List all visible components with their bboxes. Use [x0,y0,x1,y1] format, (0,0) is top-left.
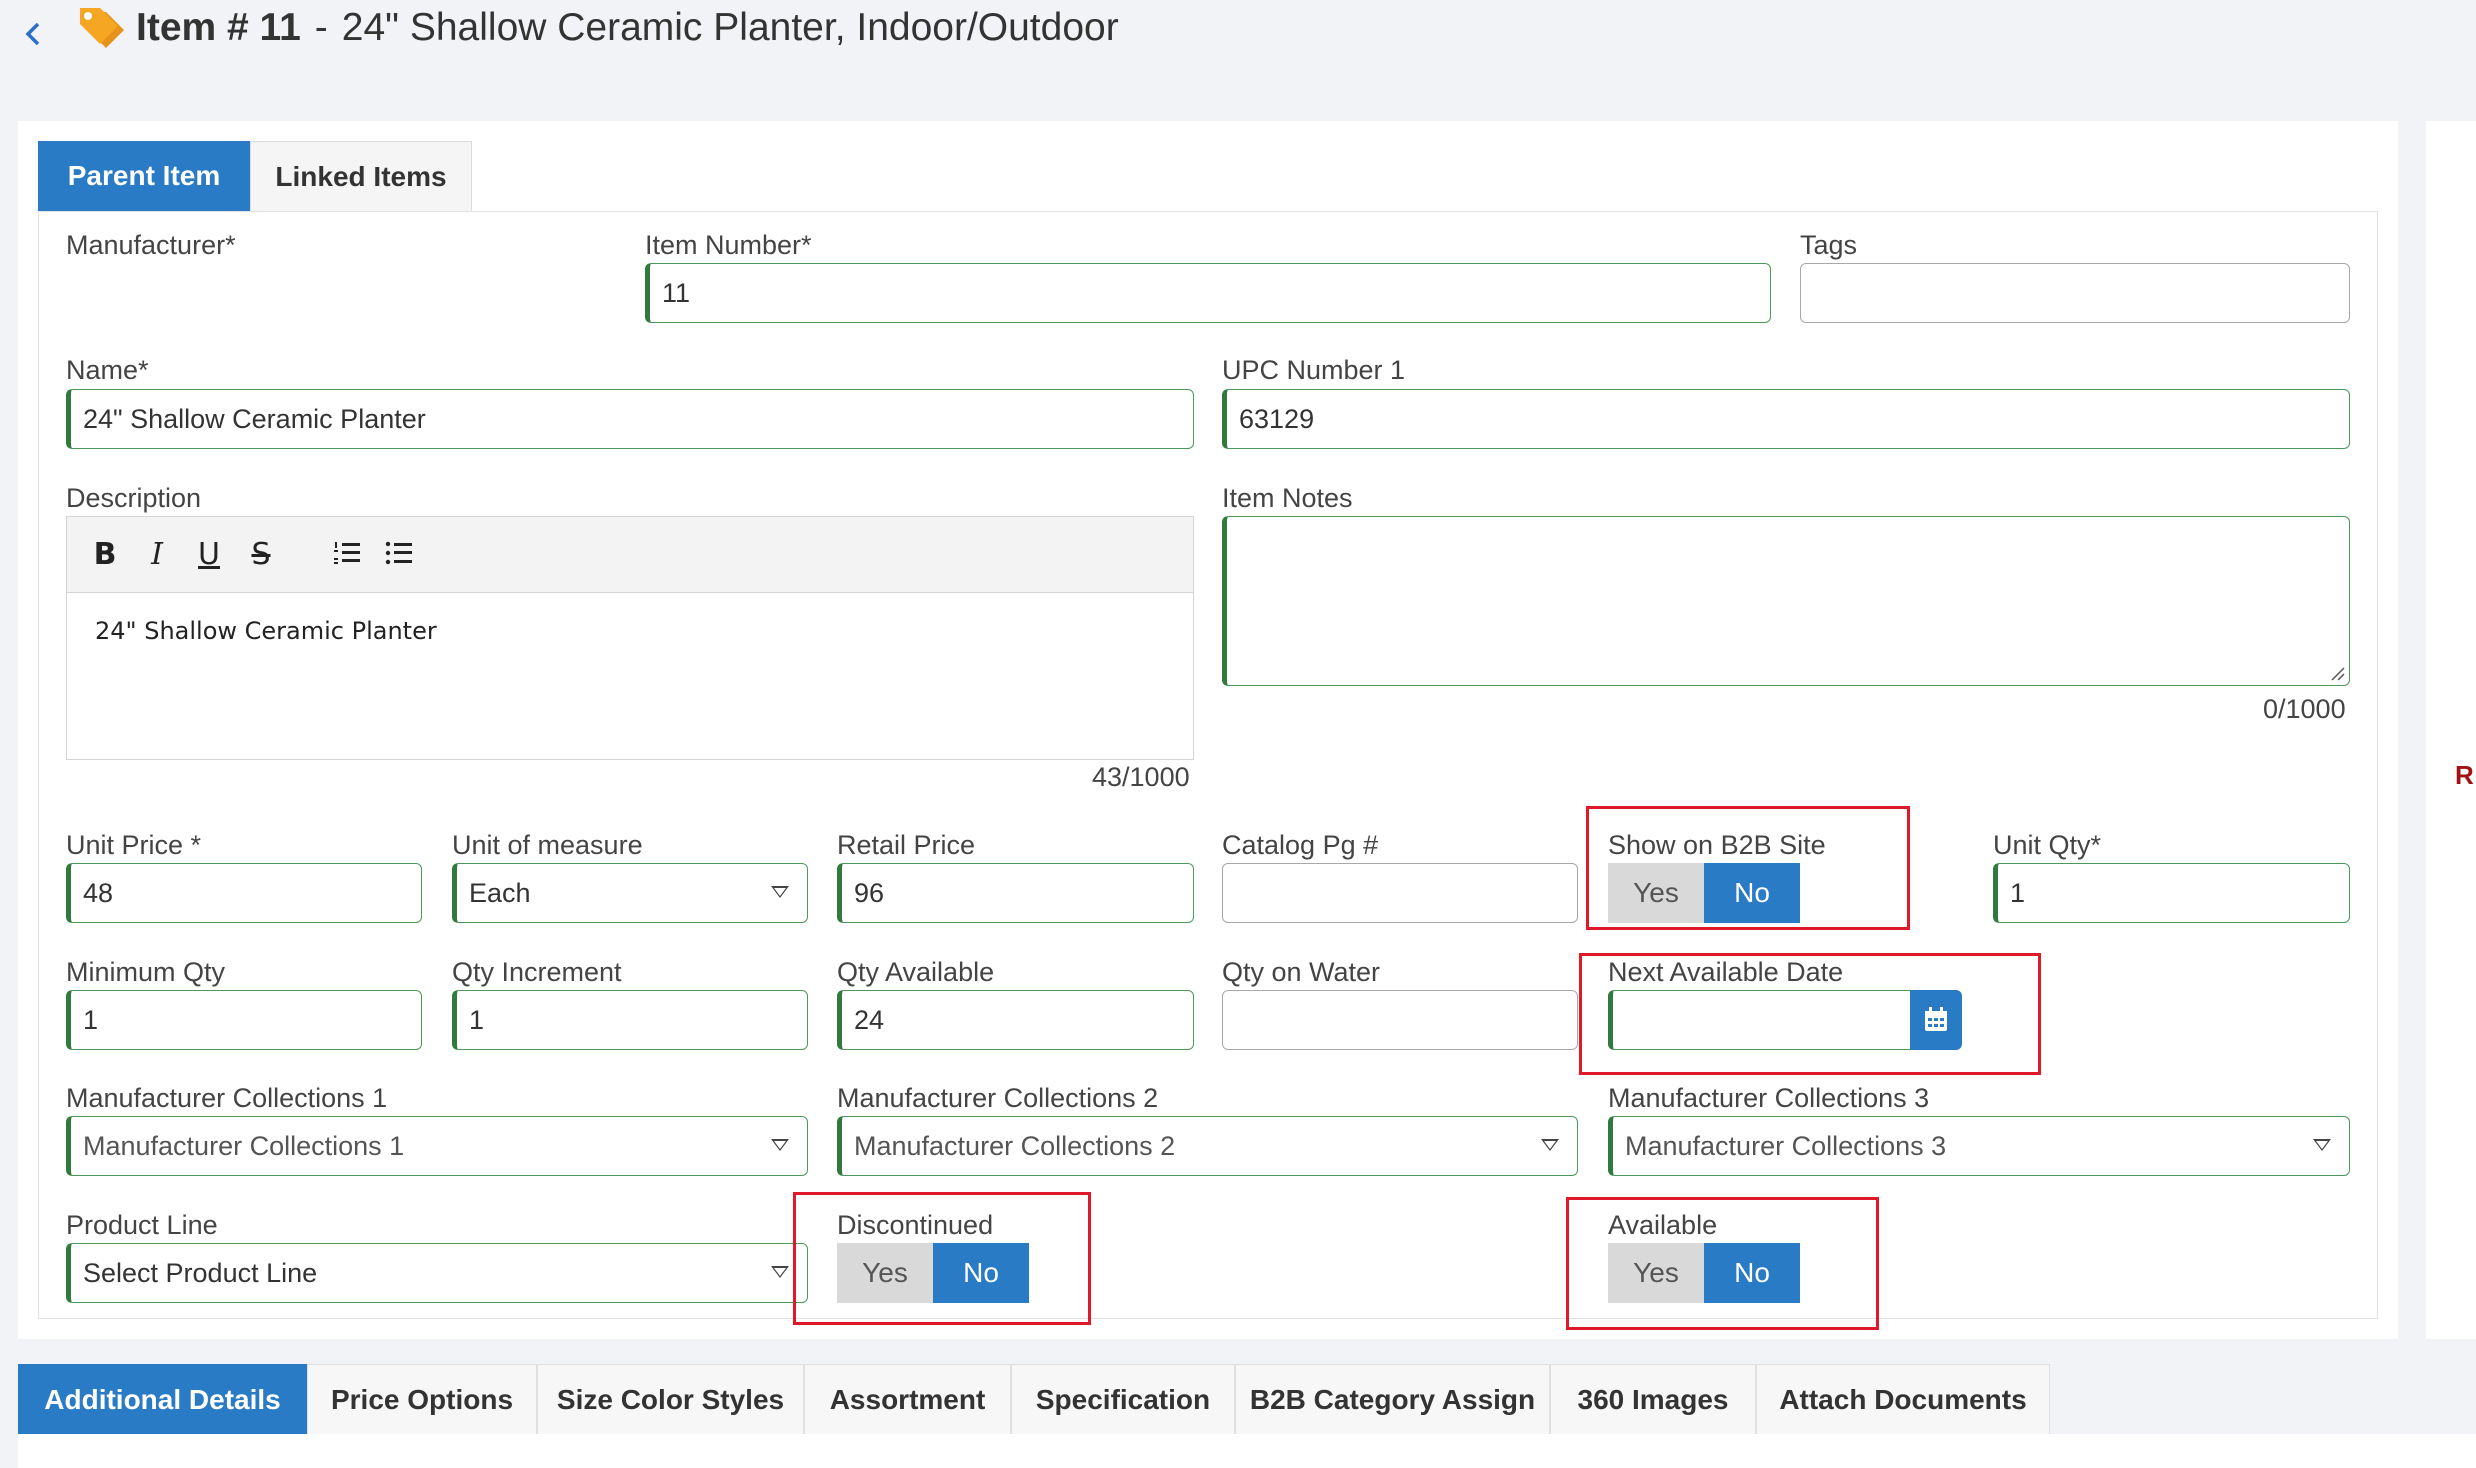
retail-price-label: Retail Price [837,830,976,860]
ordered-list-button[interactable] [329,537,365,573]
manufacturer-label: Manufacturer* [66,230,236,260]
mfr-collections-3-placeholder: Manufacturer Collections 3 [1625,1131,1947,1161]
page-title: Item # 11-24" Shallow Ceramic Planter, I… [136,2,1119,54]
qty-on-water-label: Qty on Water [1222,957,1381,987]
item-number-label: Item Number* [645,230,812,260]
price-tag-icon [80,8,124,48]
mfr-collections-1-placeholder: Manufacturer Collections 1 [83,1131,405,1161]
ordered-list-icon [334,542,360,564]
resize-grip-icon[interactable] [2327,663,2345,681]
highlight-box-next-available-date [1579,953,2041,1075]
name-input[interactable]: 24" Shallow Ceramic Planter [66,389,1194,449]
chevron-down-icon [1541,1139,1559,1151]
unit-qty-input[interactable]: 1 [1993,863,2350,923]
tab-specification[interactable]: Specification [1011,1364,1235,1434]
right-panel-mark: R [2455,760,2474,790]
mfr-collections-3-select[interactable]: Manufacturer Collections 3 [1608,1116,2350,1176]
qty-on-water-input[interactable] [1222,990,1578,1050]
item-notes-counter: 0/1000 [2263,694,2346,724]
description-editor[interactable]: B I U S 24" Shallow Ceramic Planter [66,516,1194,760]
item-number-input[interactable]: 11 [645,263,1771,323]
unit-of-measure-value: Each [469,878,531,908]
tab-360-images[interactable]: 360 Images [1550,1364,1756,1434]
unit-price-input[interactable]: 48 [66,863,422,923]
description-counter: 43/1000 [1092,762,1190,792]
qty-increment-label: Qty Increment [452,957,622,987]
right-side-card [2426,121,2476,1339]
chevron-down-icon [771,886,789,898]
tab-parent-item[interactable]: Parent Item [38,141,250,211]
italic-button[interactable]: I [139,537,175,573]
tab-price-options[interactable]: Price Options [307,1364,537,1434]
tab-attach-documents[interactable]: Attach Documents [1756,1364,2050,1434]
back-button[interactable] [18,12,48,52]
bottom-tab-panel [18,1434,2476,1468]
mfr-collections-2-label: Manufacturer Collections 2 [837,1083,1159,1113]
mfr-collections-3-label: Manufacturer Collections 3 [1608,1083,1930,1113]
bullet-list-button[interactable] [381,537,417,573]
retail-price-input[interactable]: 96 [837,863,1194,923]
description-text[interactable]: 24" Shallow Ceramic Planter [67,593,1193,669]
unit-price-label: Unit Price * [66,830,202,860]
tags-label: Tags [1800,230,1858,260]
item-number-label: Item # 11 [136,6,301,49]
mfr-collections-2-placeholder: Manufacturer Collections 2 [854,1131,1176,1161]
chevron-left-icon [25,22,40,46]
item-notes-label: Item Notes [1222,483,1353,513]
unit-of-measure-label: Unit of measure [452,830,643,860]
catalog-pg-label: Catalog Pg # [1222,830,1379,860]
highlight-box-discontinued [793,1192,1091,1325]
unit-qty-label: Unit Qty* [1993,830,2102,860]
bold-button[interactable]: B [87,537,123,573]
tab-b2b-category-assign[interactable]: B2B Category Assign [1235,1364,1550,1434]
tags-input[interactable] [1800,263,2350,323]
chevron-down-icon [771,1266,789,1278]
strikethrough-button[interactable]: S [243,537,279,573]
minimum-qty-input[interactable]: 1 [66,990,422,1050]
tab-size-color-styles[interactable]: Size Color Styles [537,1364,804,1434]
product-line-placeholder: Select Product Line [83,1258,318,1288]
item-title: 24" Shallow Ceramic Planter, Indoor/Outd… [341,6,1119,49]
catalog-pg-input[interactable] [1222,863,1578,923]
mfr-collections-2-select[interactable]: Manufacturer Collections 2 [837,1116,1578,1176]
qty-available-input[interactable]: 24 [837,990,1194,1050]
tab-assortment[interactable]: Assortment [804,1364,1011,1434]
tab-linked-items[interactable]: Linked Items [250,141,472,211]
upc-label: UPC Number 1 [1222,355,1406,385]
tab-additional-details[interactable]: Additional Details [18,1364,307,1434]
qty-available-label: Qty Available [837,957,995,987]
highlight-box-show-b2b [1586,806,1910,930]
chevron-down-icon [771,1139,789,1151]
mfr-collections-1-label: Manufacturer Collections 1 [66,1083,388,1113]
item-notes-textarea[interactable] [1222,516,2350,686]
description-label: Description [66,483,202,513]
title-separator: - [314,6,328,49]
underline-button[interactable]: U [191,537,227,573]
name-label: Name* [66,355,149,385]
product-line-label: Product Line [66,1210,218,1240]
product-line-select[interactable]: Select Product Line [66,1243,808,1303]
editor-toolbar: B I U S [67,517,1193,593]
mfr-collections-1-select[interactable]: Manufacturer Collections 1 [66,1116,808,1176]
minimum-qty-label: Minimum Qty [66,957,226,987]
chevron-down-icon [2313,1139,2331,1151]
unit-of-measure-select[interactable]: Each [452,863,808,923]
bullet-list-icon [385,541,412,565]
qty-increment-input[interactable]: 1 [452,990,808,1050]
upc-input[interactable]: 63129 [1222,389,2350,449]
highlight-box-available [1566,1197,1879,1330]
